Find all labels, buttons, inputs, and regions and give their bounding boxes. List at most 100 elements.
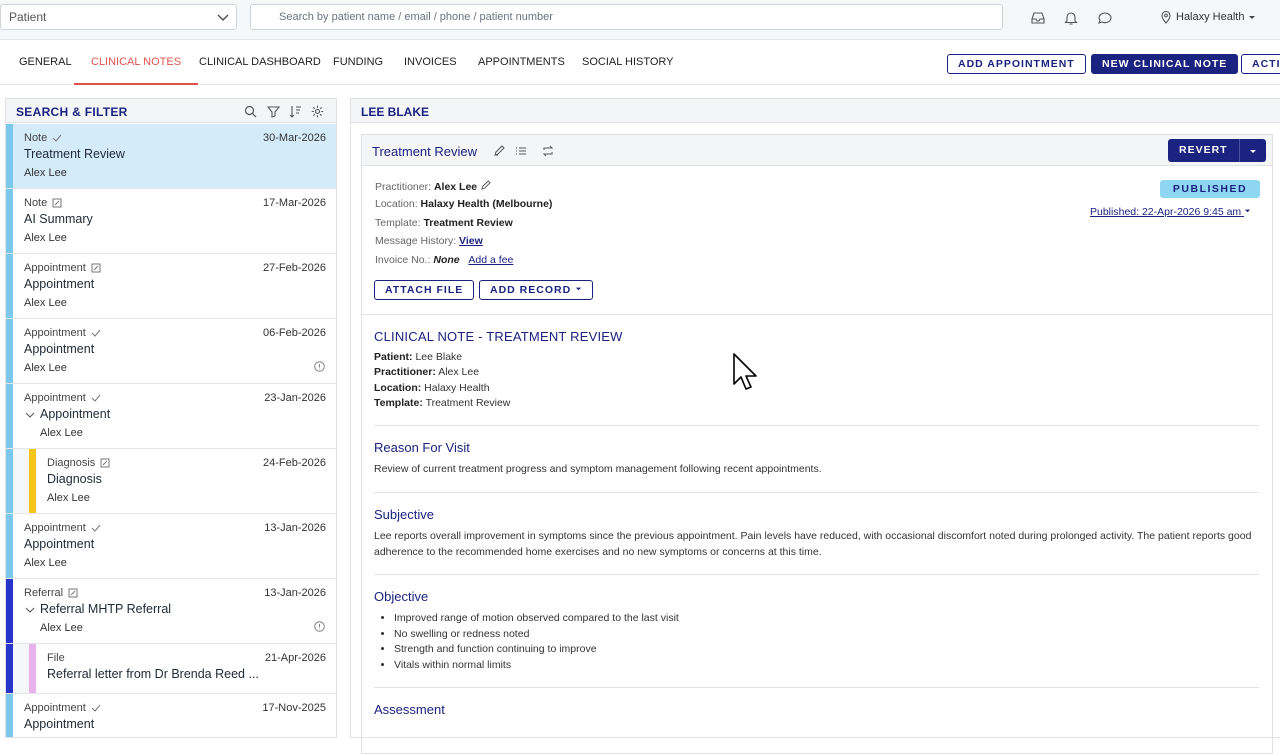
invoice-label: Invoice No.: [375,254,431,266]
repeat-icon[interactable] [542,145,554,157]
tab-social-history[interactable]: SOCIAL HISTORY [582,40,674,85]
tab-funding[interactable]: FUNDING [333,40,383,85]
revert-button-group[interactable]: REVERT [1168,139,1266,162]
caret-down-icon [1244,209,1251,213]
item-type: File [47,652,65,664]
list-item[interactable]: Note 30-Mar-2026 Treatment Review Alex L… [6,124,336,189]
note-heading: CLINICAL NOTE - TREATMENT REVIEW [374,329,623,344]
published-date-link[interactable]: Published: 22-Apr-2026 9:45 am [1090,206,1251,218]
edit-box-icon [68,588,78,598]
reason-heading: Reason For Visit [374,440,470,455]
body-patient-value: Lee Blake [415,351,463,363]
caret-down-icon [1249,16,1256,19]
list-item[interactable]: Appointment 17-Nov-2025 Appointment [6,694,336,737]
sort-icon[interactable] [289,105,302,118]
nested-gutter [13,644,29,693]
message-history-row: Message History: View [375,235,483,247]
list-item[interactable]: Appointment 06-Feb-2026 Appointment Alex… [6,319,336,384]
item-type: Appointment [24,327,101,339]
note-detail-panel: LEE BLAKE Treatment Review REVERT Practi… [350,98,1280,754]
list-item[interactable]: Diagnosis 24-Feb-2026 Diagnosis Alex Lee [6,449,336,514]
list-item[interactable]: Appointment 27-Feb-2026 Appointment Alex… [6,254,336,319]
nested-gutter [13,449,29,513]
body-template-label: Template: [374,397,423,409]
view-history-link[interactable]: View [459,235,483,247]
item-color-bar [6,579,13,643]
divider [374,492,1259,493]
tab-appointments[interactable]: APPOINTMENTS [478,40,565,85]
parent-color-bar [6,449,13,513]
list-item[interactable]: Referral 13-Jan-2026 Referral MHTP Refer… [6,579,336,644]
settings-icon[interactable] [311,105,324,118]
list-icon[interactable] [515,145,527,157]
item-date: 21-Apr-2026 [264,652,326,664]
objective-item: No swelling or redness noted [394,627,679,643]
item-title: Appointment [40,407,111,421]
search-input[interactable] [250,4,1003,30]
tab-invoices[interactable]: INVOICES [404,40,457,85]
divider [374,425,1259,426]
body-patient-row: Patient: Lee Blake [374,351,462,363]
divider [374,687,1259,688]
item-date: 13-Jan-2026 [264,587,326,599]
search-icon[interactable] [244,105,257,118]
info-icon[interactable] [314,621,325,632]
status-badge: PUBLISHED [1160,180,1260,198]
note-body: CLINICAL NOTE - TREATMENT REVIEW Patient… [362,314,1272,717]
parent-color-bar [6,644,13,693]
template-label: Template: [375,217,421,229]
item-color-bar [6,514,13,578]
item-title: Appointment [24,537,95,551]
item-date: 30-Mar-2026 [263,132,326,144]
published-date: Published: 22-Apr-2026 9:45 am [1090,206,1242,218]
item-type: Diagnosis [47,457,110,469]
body-practitioner-row: Practitioner: Alex Lee [374,366,479,378]
item-date: 27-Feb-2026 [263,262,326,274]
pencil-icon[interactable] [480,180,491,191]
practitioner-row: Practitioner: Alex Lee [375,180,491,193]
patient-type-select[interactable]: Patient [0,4,237,30]
item-type-label: Diagnosis [47,457,96,469]
add-appointment-button[interactable]: ADD APPOINTMENT [947,54,1086,74]
item-title: AI Summary [24,212,93,226]
check-icon [91,704,101,712]
organisation-menu[interactable]: Halaxy Health [1160,10,1256,24]
attach-file-button[interactable]: ATTACH FILE [374,280,475,300]
item-title: Referral letter from Dr Brenda Reed ... [47,667,259,681]
objective-item: Improved range of motion observed compar… [394,611,679,627]
add-fee-link[interactable]: Add a fee [468,254,513,266]
list-item[interactable]: Note 17-Mar-2026 AI Summary Alex Lee [6,189,336,254]
actions-button[interactable]: ACTI [1241,54,1280,74]
tab-clinical-dashboard[interactable]: CLINICAL DASHBOARD [199,40,321,85]
info-icon[interactable] [314,361,325,372]
list-item[interactable]: Appointment 23-Jan-2026 Appointment Alex… [6,384,336,449]
item-type-label: Appointment [24,262,86,274]
revert-dropdown-button[interactable] [1240,139,1266,162]
chevron-down-icon[interactable] [25,410,35,420]
chevron-down-icon[interactable] [25,605,35,615]
template-row: Template: Treatment Review [375,217,513,229]
pencil-icon[interactable] [493,145,505,157]
filter-icon[interactable] [267,105,280,118]
revert-button[interactable]: REVERT [1168,139,1240,162]
item-title: Appointment [24,277,95,291]
body-location-value: Halaxy Health [424,382,490,394]
check-icon [91,329,101,337]
item-date: 17-Mar-2026 [263,197,326,209]
list-item[interactable]: File 21-Apr-2026 Referral letter from Dr… [6,644,336,694]
add-record-button[interactable]: ADD RECORD [479,280,594,300]
body-template-row: Template: Treatment Review [374,397,510,409]
history-label: Message History: [375,235,457,247]
check-icon [91,524,101,532]
reason-text: Review of current treatment progress and… [374,463,822,475]
list-item[interactable]: Appointment 13-Jan-2026 Appointment Alex… [6,514,336,579]
location-value: Halaxy Health (Melbourne) [420,198,553,210]
inbox-icon[interactable] [1030,10,1046,26]
bell-icon[interactable] [1063,10,1079,26]
item-date: 24-Feb-2026 [263,457,326,469]
tab-clinical-notes[interactable]: CLINICAL NOTES [74,40,199,85]
tab-general[interactable]: GENERAL [19,40,72,85]
chat-icon[interactable] [1097,10,1113,26]
new-clinical-note-button[interactable]: NEW CLINICAL NOTE [1091,54,1239,74]
item-title: Appointment [24,717,95,731]
